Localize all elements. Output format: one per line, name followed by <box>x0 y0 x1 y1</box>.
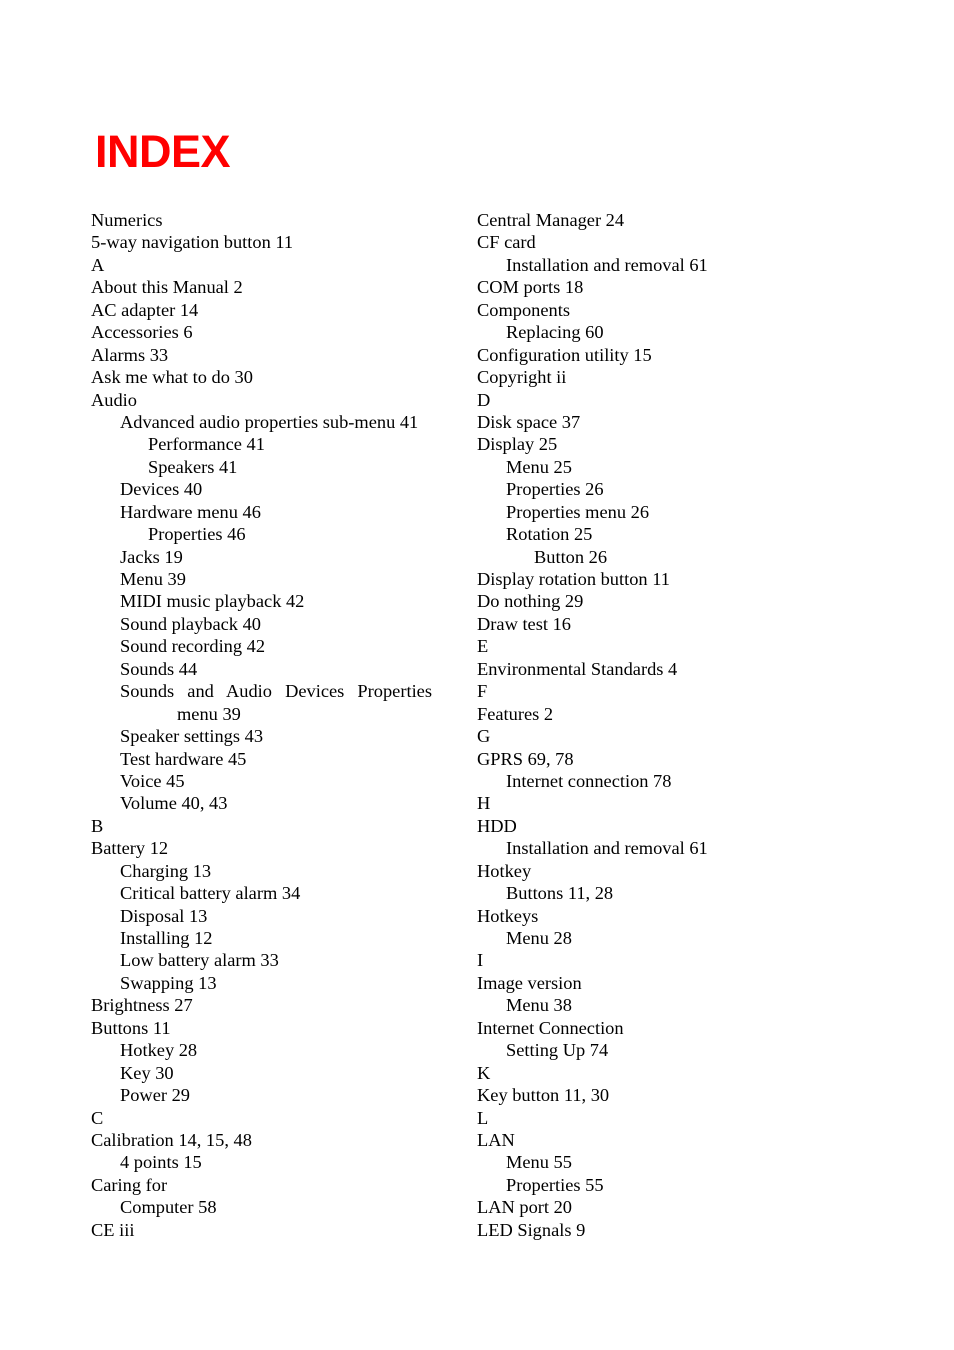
index-subentry: Key 30 <box>120 1062 174 1083</box>
index-subentry: Internet connection 78 <box>506 770 672 791</box>
index-subentry: Setting Up 74 <box>506 1040 609 1061</box>
index-entry: Components <box>477 299 570 320</box>
index-subentry: Properties 46 <box>148 524 246 545</box>
index-subentry: Swapping 13 <box>120 972 217 993</box>
index-entry: LAN port 20 <box>477 1197 573 1218</box>
index-subentry: Replacing 60 <box>506 322 604 343</box>
index-subentry: Sounds and Audio Devices Properties <box>120 681 432 702</box>
index-subentry: 4 points 15 <box>120 1152 202 1173</box>
index-subentry: Installation and removal 61 <box>506 254 708 275</box>
index-entry: Audio <box>91 389 137 410</box>
index-section-letter: H <box>477 793 491 814</box>
index-subentry: Jacks 19 <box>120 546 183 567</box>
index-subentry: Test hardware 45 <box>120 748 247 769</box>
index-subentry: Hardware menu 46 <box>120 501 261 522</box>
index-subentry: Menu 55 <box>506 1152 572 1173</box>
index-section-letter: C <box>91 1107 104 1128</box>
index-entry: COM ports 18 <box>477 277 584 298</box>
index-entry: Buttons 11 <box>91 1017 171 1038</box>
index-subentry: Installation and removal 61 <box>506 838 708 859</box>
index-entry: Accessories 6 <box>91 322 193 343</box>
index-entry: Hotkeys <box>477 905 539 926</box>
index-entry: 5-way navigation button 11 <box>91 232 294 253</box>
index-section-letter: L <box>477 1107 489 1128</box>
index-subentry: Rotation 25 <box>506 524 593 545</box>
index-section-letter: G <box>477 726 491 747</box>
index-entry: Do nothing 29 <box>477 591 584 612</box>
index-subentry: Hotkey 28 <box>120 1040 198 1061</box>
index-subentry: Charging 13 <box>120 860 212 881</box>
index-entry: HDD <box>477 815 517 836</box>
index-subentry: Devices 40 <box>120 479 203 500</box>
index-entry: Battery 12 <box>91 838 169 859</box>
index-subentry: Voice 45 <box>120 770 185 791</box>
index-subentry: Advanced audio properties sub-menu 41 <box>120 411 419 432</box>
index-entry: Copyright ii <box>477 367 567 388</box>
index-subentry: Speaker settings 43 <box>120 726 264 747</box>
index-entry: Hotkey <box>477 860 532 881</box>
index-entry: Key button 11, 30 <box>477 1085 610 1106</box>
index-subentry: Menu 25 <box>506 456 572 477</box>
index-subentry: Sounds 44 <box>120 658 198 679</box>
index-section-letter: I <box>477 950 484 971</box>
index-subentry: Sound recording 42 <box>120 636 266 657</box>
index-column-left: Numerics 5-way navigation button 11 A About… <box>91 209 436 1241</box>
index-subentry: Menu 28 <box>506 928 572 948</box>
index-entry: Environmental Standards 4 <box>477 658 678 679</box>
index-section-letter: A <box>91 254 105 275</box>
index-subentry: Properties menu 26 <box>506 501 650 522</box>
index-column-right: Central Manager 24 CF card Installation an… <box>477 209 837 1241</box>
index-subentry: menu 39 <box>177 703 241 724</box>
index-subentry: Power 29 <box>120 1085 190 1106</box>
index-subentry: Sound playback 40 <box>120 613 261 634</box>
index-subentry: Computer 58 <box>120 1197 217 1218</box>
index-subentry: Menu 38 <box>506 995 572 1016</box>
index-subentry: Disposal 13 <box>120 905 208 926</box>
index-subentry: Installing 12 <box>120 928 213 948</box>
index-section-letter: D <box>477 389 491 410</box>
index-entry: Central Manager 24 <box>477 210 625 230</box>
index-subentry: Menu 39 <box>120 569 186 589</box>
index-entry: Configuration utility 15 <box>477 344 652 365</box>
index-entry: Brightness 27 <box>91 995 193 1016</box>
index-entry: About this Manual 2 <box>91 277 243 298</box>
index-subentry: Volume 40, 43 <box>120 793 228 814</box>
index-subentry: Critical battery alarm 34 <box>120 883 301 904</box>
index-subentry: Button 26 <box>534 546 608 567</box>
index-entry: Display 25 <box>477 434 558 455</box>
index-subentry: Buttons 11, 28 <box>506 883 614 904</box>
index-section-letter: B <box>91 815 104 836</box>
index-entry: Display rotation button 11 <box>477 569 670 589</box>
index-subentry: Properties 26 <box>506 479 604 500</box>
index-section-letter: Numerics <box>91 210 163 230</box>
index-entry: Alarms 33 <box>91 344 169 365</box>
index-subentry: Properties 55 <box>506 1174 604 1195</box>
index-subentry: Speakers 41 <box>148 456 238 477</box>
index-section-letter: K <box>477 1062 491 1083</box>
index-entry: Draw test 16 <box>477 613 571 634</box>
index-entry: Ask me what to do 30 <box>91 367 253 388</box>
index-entry: Internet Connection <box>477 1017 624 1038</box>
index-subentry: Low battery alarm 33 <box>120 950 279 971</box>
index-entry: CE iii <box>91 1219 135 1240</box>
index-entry: AC adapter 14 <box>91 299 199 320</box>
index-entry: LED Signals 9 <box>477 1219 586 1240</box>
index-entry: Caring for <box>91 1174 168 1195</box>
index-entry: Features 2 <box>477 703 554 724</box>
index-section-letter: E <box>477 636 489 657</box>
index-entry: Disk space 37 <box>477 411 581 432</box>
index-section-letter: F <box>477 681 488 702</box>
index-entry: LAN <box>477 1129 515 1150</box>
index-entry: Image version <box>477 972 582 993</box>
index-entry: GPRS 69, 78 <box>477 748 574 769</box>
index-entry: Calibration 14, 15, 48 <box>91 1129 252 1150</box>
index-entry: CF card <box>477 232 536 253</box>
index-subentry: Performance 41 <box>148 434 265 455</box>
index-subentry: MIDI music playback 42 <box>120 591 305 612</box>
page-title: INDEX <box>95 126 231 177</box>
